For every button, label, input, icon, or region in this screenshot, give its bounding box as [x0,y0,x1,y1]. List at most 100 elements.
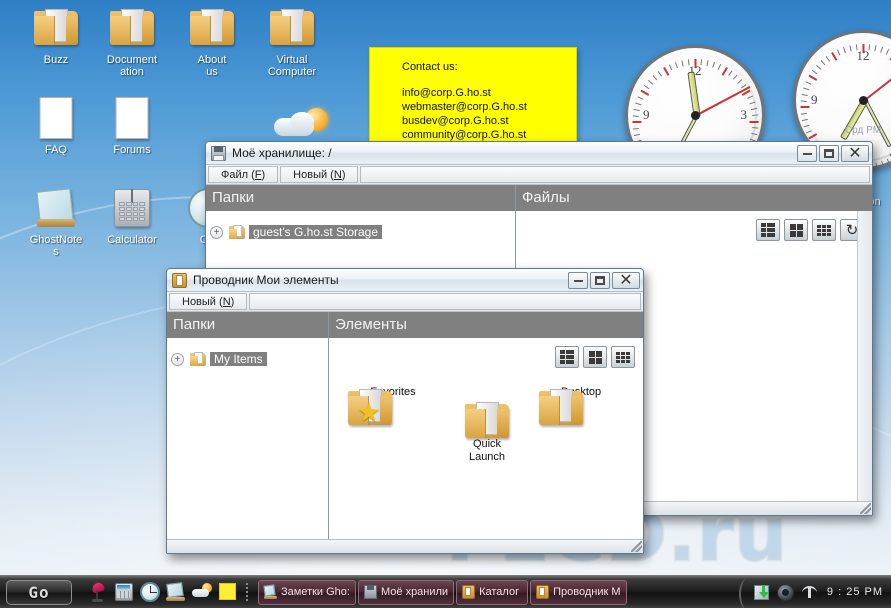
clock-tick [843,47,846,54]
titlebar-storage[interactable]: Моё хранилище: / ✕ [206,142,872,165]
minimize-icon[interactable] [568,271,588,289]
sticky-note-email: busdev@corp.G.ho.st [402,115,509,127]
menu-new-button[interactable]: Новый (N) [280,166,359,183]
titlebar-explorer[interactable]: Проводник Мои элементы ✕ [167,269,643,292]
resize-handle[interactable] [631,541,642,552]
clock-tick [808,74,818,81]
clock-tick [752,114,759,117]
download-icon[interactable] [753,584,770,601]
window-controls[interactable]: ✕ [797,144,869,162]
sticky-note-email: community@corp.G.ho.st [402,129,527,141]
desktop-icon-about-us[interactable]: About us [170,6,254,78]
desktop-icon-calculator[interactable]: Calculator [90,186,174,246]
window-explorer[interactable]: Проводник Мои элементы ✕ Новый (N) Папки… [166,268,644,554]
menu-new-label: Новый ( [293,168,334,181]
item-quick-launch[interactable]: Quick Launch [441,386,533,464]
menu-file-suffix: ) [261,168,266,181]
sticky-note-heading: Contact us: [402,61,458,73]
desktop-icon-faq[interactable]: FAQ [14,96,98,156]
clock-icon[interactable] [140,582,160,602]
tree-item[interactable]: + guest's G.ho.st Storage [206,221,515,243]
folder-icon [14,6,98,52]
task-buttons[interactable]: Заметки Gho: Моё хранили Каталог Проводн… [258,579,739,605]
details-view-icon[interactable] [756,219,780,241]
notepad-icon [263,584,277,599]
large-icons-view-icon[interactable] [583,346,607,368]
small-icons-view-icon[interactable] [812,219,836,241]
small-icons-view-icon[interactable] [611,346,635,368]
sticky-note-icon[interactable] [218,582,238,602]
view-buttons-storage[interactable]: ↻ [756,219,864,241]
window-title: Проводник Мои элементы [193,273,339,287]
view-buttons-explorer[interactable] [555,346,635,368]
folder-icon [190,351,206,366]
weather-gadget[interactable] [272,108,330,144]
close-icon[interactable]: ✕ [612,271,640,289]
tree-item[interactable]: + My Items [167,348,328,370]
clock-tick [749,101,756,105]
taskbar[interactable]: Go Заметки Gho: Моё хранили Каталог Пров… [0,575,891,608]
vertical-scrollbar[interactable] [857,211,872,501]
desktop-icon-virtual-computer[interactable]: Virtual Computer [250,6,334,78]
desktop-icon-buzz[interactable]: Buzz [14,6,98,66]
expand-icon[interactable]: + [171,352,184,366]
notepad-icon [14,186,98,232]
quick-launch-bar[interactable] [88,581,238,602]
menu-new-accel: N [222,295,231,308]
desktop-icon-label: GhostNote s [29,234,83,258]
weather-icon[interactable] [192,582,212,602]
maximize-icon[interactable] [590,271,610,289]
task-button-explorer[interactable]: Проводник М [530,579,627,605]
items-pane-header: Элементы [329,312,643,338]
item-favorites[interactable]: ★ Favorites [347,386,439,425]
statusbar-explorer [167,539,643,553]
clock-tick [801,93,808,97]
task-button-storage[interactable]: Моё хранили [357,579,455,605]
calculator-icon[interactable] [114,582,134,602]
save-disk-icon [211,145,226,161]
window-controls[interactable]: ✕ [568,271,640,289]
speaker-icon[interactable] [776,583,794,601]
desktop-icon-label: Forums [113,144,151,156]
clock-tick [732,74,738,80]
start-button[interactable]: Go [6,579,72,605]
system-tray[interactable]: 9 : 25 PM [738,577,883,608]
desktop[interactable]: Buzz Document ation About us Virtual Com… [0,0,891,608]
clock-tick [668,64,673,71]
expand-icon[interactable]: + [210,225,223,239]
clock-tick [721,66,728,76]
lamp-icon[interactable] [88,581,108,602]
menu-new-button[interactable]: Новый (N) [169,293,248,310]
menubar-storage[interactable]: Файл (F) Новый (N) [206,165,872,185]
clock-tick [632,115,639,118]
resize-handle[interactable] [860,503,871,514]
close-icon[interactable]: ✕ [841,144,869,162]
details-view-icon[interactable] [555,346,579,368]
clock-tick [643,84,650,90]
clock-tick [749,121,759,123]
taskbar-clock[interactable]: 9 : 25 PM [827,586,883,598]
clock-tick [881,160,884,167]
folder-icon [229,224,245,239]
large-icons-view-icon[interactable] [784,219,808,241]
menu-file-button[interactable]: Файл (F) [208,166,279,183]
task-button-catalog[interactable]: Каталог [456,579,529,605]
desktop-icon-ghostnotes[interactable]: GhostNote s [14,186,98,258]
item-desktop[interactable]: Desktop [535,386,627,425]
clock-tick [635,102,642,106]
menubar-explorer[interactable]: Новый (N) [167,292,643,312]
items-list-explorer[interactable]: ★ Favorites Quick Launch [329,338,643,539]
desktop-icon-forums[interactable]: Forums [90,96,174,156]
minimize-icon[interactable] [797,144,817,162]
notepad-icon[interactable] [166,582,186,602]
task-button-notes[interactable]: Заметки Gho: [258,579,356,605]
folder-icon [250,6,334,52]
wireless-icon[interactable] [801,584,818,601]
maximize-icon[interactable] [819,144,839,162]
clock-second-hand [862,62,891,103]
clock-tick [836,49,841,56]
folders-tree-explorer[interactable]: + My Items [167,338,328,539]
desktop-icon-documentation[interactable]: Document ation [90,6,174,78]
clock-tick [886,158,891,165]
folder-icon [170,6,254,52]
